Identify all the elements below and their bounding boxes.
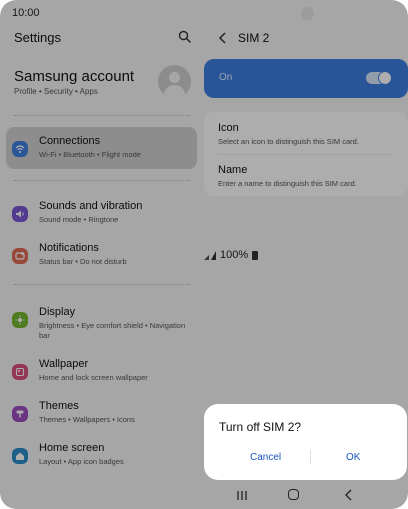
button-separator bbox=[310, 450, 311, 464]
turn-off-sim-dialog: Turn off SIM 2? Cancel OK bbox=[204, 404, 407, 480]
device-screen: 10:00 100% Settings Samsung account Prof… bbox=[0, 0, 408, 509]
ok-button[interactable]: OK bbox=[346, 452, 360, 463]
cancel-button[interactable]: Cancel bbox=[250, 452, 281, 463]
dialog-title: Turn off SIM 2? bbox=[219, 420, 302, 434]
